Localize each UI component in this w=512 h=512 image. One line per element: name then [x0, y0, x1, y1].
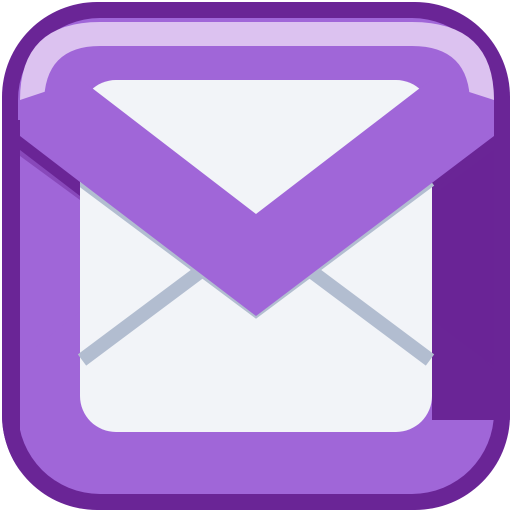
left-side-shadow — [2, 120, 20, 480]
app-icon-stage — [0, 0, 512, 512]
mail-envelope-icon[interactable] — [0, 0, 512, 512]
